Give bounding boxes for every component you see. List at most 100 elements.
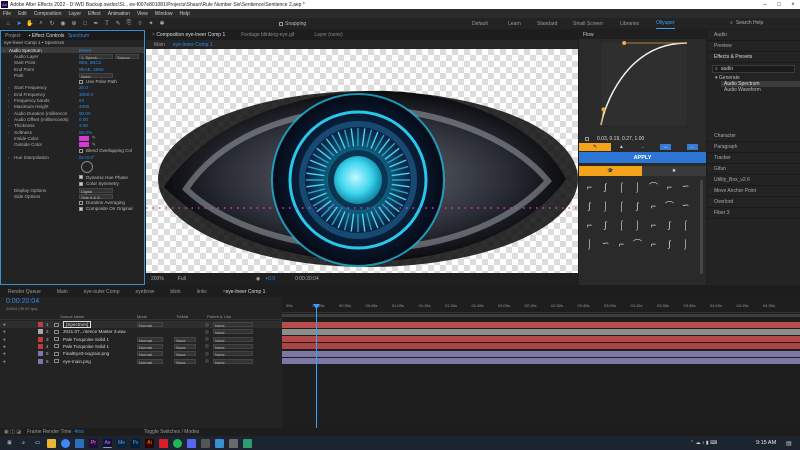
tab-project[interactable]: Project [1,33,25,39]
ease-preset-icon[interactable]: ⌐ [663,180,676,193]
notifications-icon[interactable]: ▤ [786,440,792,447]
ease-preset-icon[interactable]: ⌡ [679,237,692,250]
playhead[interactable] [316,305,317,428]
ease-preset-icon[interactable]: ⌠ [679,218,692,231]
panel-effects-presets[interactable]: Effects & Presets [707,52,800,63]
panel-preview[interactable]: Preview [707,41,800,52]
effect-param-value[interactable]: 8E0, 6BC2 [79,60,101,65]
ease-in-icon[interactable]: ▲ [619,144,624,150]
panel-character[interactable]: Character [707,131,800,142]
flow-curve-values[interactable]: 0.03, 0.19, 0.27, 1.00 [597,136,644,142]
menu-window[interactable]: Window [155,11,173,17]
panel-gifun[interactable]: Gifun [707,164,800,175]
preset-scrollbar[interactable] [700,180,703,274]
composition-viewer[interactable] [146,49,578,273]
layer-mode-dropdown[interactable]: Normal [137,336,163,343]
layer-row[interactable]: ● 1 [Spectrum] Normal ◎ None [0,321,282,328]
layer-parent-dropdown[interactable]: None [213,351,253,357]
effect-row[interactable]: Composite On Original [1,206,144,212]
col-parent[interactable]: Parent & Link [207,314,231,319]
layer-mode-dropdown[interactable]: Normal [137,358,163,365]
spotify-icon[interactable] [173,438,182,448]
ease-preset-icon[interactable]: ∽ [599,237,612,250]
effect-checkbox[interactable] [79,181,83,186]
ease-preset-icon[interactable]: ∫ [599,180,612,193]
parent-pickwhip-icon[interactable]: ◎ [205,329,209,335]
work-area-bar[interactable] [282,314,800,317]
puppet-tool-icon[interactable]: ✱ [158,20,166,28]
current-time[interactable]: 0:00:20:04 [295,276,319,282]
status-icons[interactable]: ▣ ◫ ◪ [4,429,21,435]
search-help-field[interactable]: ⌕ Search Help [730,19,796,27]
eyedropper-icon[interactable]: ✎ [92,135,96,141]
effect-dropdown[interactable]: Digital [79,187,113,194]
panel-audio[interactable]: Audio [707,30,800,41]
apply-button[interactable]: APPLY [579,152,706,163]
layer-parent-dropdown[interactable]: None [213,322,253,328]
curve-handle-2[interactable] [622,41,627,45]
effect-param-value[interactable]: 90.00 [79,111,91,116]
layer-row[interactable]: ● 6 eye-main.png Normal None ◎ None [0,358,282,365]
tab-eye-lneer-comp[interactable]: × eye-lneer Comp 1 [215,289,274,295]
after-effects-icon[interactable]: Ae [103,438,112,448]
layer-label-color[interactable] [38,329,43,335]
ease-preset-icon[interactable]: ⌒ [631,237,644,250]
layer-duration-bar[interactable] [282,350,800,357]
color-swatch[interactable] [79,142,89,148]
task-view-icon[interactable]: ▭ [33,439,42,448]
hand-tool-icon[interactable]: ✋ [26,20,34,28]
tab-links[interactable]: links [189,289,215,295]
eraser-tool-icon[interactable]: ◊ [136,20,144,28]
tab-composition[interactable]: × Composition eye-lneer Comp 1 [146,32,231,38]
effect-dropdown[interactable]: None [79,72,113,79]
illustrator-icon[interactable]: Ai [145,438,154,448]
layer-parent-dropdown[interactable]: None [213,343,253,350]
layer-label-color[interactable] [38,351,43,357]
layer-row[interactable]: ● 5 FinalEye3-nograin.png Normal None ◎ None [0,350,282,357]
effect-checkbox[interactable] [79,200,83,205]
ease-preset-icon[interactable]: ⌐ [583,180,596,193]
discord-icon[interactable] [187,438,196,448]
selection-tool-icon[interactable]: ➤ [15,20,23,28]
menu-layer[interactable]: Layer [68,11,81,17]
layer-row[interactable]: ● 2 2021.07...ntence Master 3.wav ◎ None [0,328,282,335]
layer-trkmat-dropdown[interactable]: None [174,358,196,365]
photoshop-icon[interactable]: Ps [131,438,140,448]
ease-preset-icon[interactable]: ⌐ [647,237,660,250]
roto-tool-icon[interactable]: ✦ [147,20,155,28]
breadcrumb-main[interactable]: Main [154,42,165,48]
parent-pickwhip-icon[interactable]: ◎ [205,358,209,364]
ease-preset-icon[interactable]: ⌡ [631,180,644,193]
layer-mode-dropdown[interactable]: Normal [137,351,163,357]
layer-label-color[interactable] [38,343,43,349]
menu-effect[interactable]: Effect [88,11,101,17]
menu-animation[interactable]: Animation [108,11,130,17]
layer-name[interactable]: Pale Turquoise Solid 1 [63,337,109,342]
menu-file[interactable]: File [3,11,11,17]
parent-pickwhip-icon[interactable]: ◎ [205,351,209,357]
effects-search-input[interactable]: ⌕ audio [712,65,795,73]
tab-footage[interactable]: Footage blinking-eye.gif [231,32,304,38]
tab-blink[interactable]: blink [162,289,188,295]
panel-utility-box[interactable]: Utility_Box_v2.6 [707,175,800,186]
layer-duration-bar[interactable] [282,358,800,364]
resolution-select[interactable]: Full [178,276,186,282]
minimize-button[interactable]: – [758,0,772,9]
visibility-eye-icon[interactable]: ● [3,359,6,364]
workspace-standard[interactable]: Standard [537,18,557,29]
visibility-eye-icon[interactable]: ● [3,337,6,342]
breadcrumb-eye-lneer[interactable]: eye-lneer Comp 1 [173,42,213,48]
premiere-icon[interactable]: Pr [89,438,98,448]
ease-preset-icon[interactable]: ⌠ [615,199,628,212]
ease-preset-icon[interactable]: ⌠ [615,180,628,193]
parent-pickwhip-icon[interactable]: ◎ [205,336,209,342]
type-tool-icon[interactable]: T [103,20,111,28]
layer-trkmat-dropdown[interactable]: None [174,336,196,343]
layer-label-color[interactable] [38,322,43,327]
maximize-button[interactable]: □ [772,0,786,9]
layer-row[interactable]: ● 4 Pale Turquoise Solid 1 Normal None ◎ None [0,343,282,350]
visibility-eye-icon[interactable]: ● [3,329,6,334]
layer-duration-bar[interactable] [282,343,800,350]
rotate-tool-icon[interactable]: ↻ [48,20,56,28]
panel-fiber[interactable]: Fiber 3 [707,208,800,219]
